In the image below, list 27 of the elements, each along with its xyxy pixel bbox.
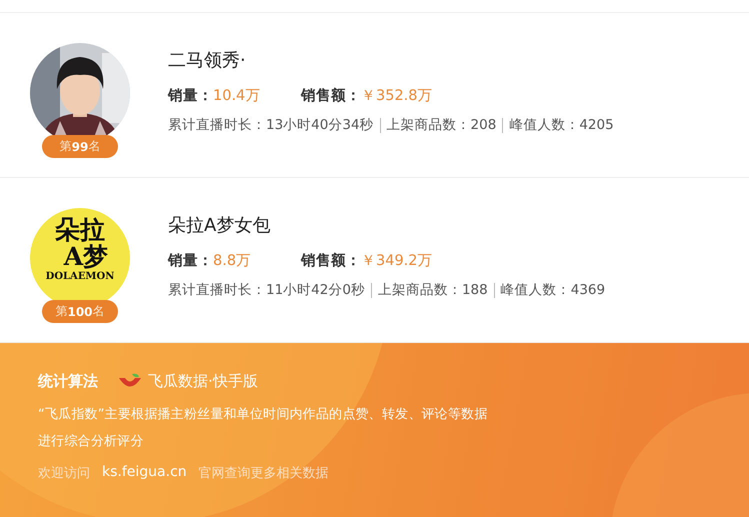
logo-caption: DOLAEMON [46,271,114,283]
logo-text: A梦 [64,243,108,270]
brand-name: 飞瓜数据·快手版 [148,372,258,391]
stat-text: 峰值人数：4205 [502,118,620,133]
section-title: 统计算法 [38,372,98,391]
visit-text: 欢迎访问 [38,465,90,482]
logo-text: 朵拉 [55,216,105,243]
stat-text: 累计直播时长：11小时42分0秒 [168,283,366,298]
revenue-label: 销售额： [301,86,361,104]
website-link[interactable]: ks.feigua.cn [102,464,187,482]
streamer-name: 朵拉A梦女包 [168,214,272,238]
rank-badge: 第100名 [42,300,118,323]
revenue-label: 销售额： [301,252,361,270]
sales-label: 销量： [168,86,213,104]
visit-suffix: 官网查询更多相关数据 [198,465,329,482]
rank-badge: 第99名 [42,135,118,158]
revenue-value: ￥352.8万 [361,86,433,104]
description-text: “飞瓜指数”主要根据播主粉丝量和单位时间内作品的点赞、转发、评论等数据进行综合分析评分 [38,406,488,451]
stat-text: 累计直播时长：13小时40分34秒 [168,118,375,133]
sales-value: 8.8万 [213,252,252,270]
revenue-value: ￥349.2万 [361,252,433,270]
sales-value: 10.4万 [213,86,262,104]
stat-text: 上架商品数：208 [380,118,502,133]
streamer-name: 二马领秀· [168,49,247,73]
stat-text: 峰值人数：4369 [494,283,612,298]
sales-label: 销量： [168,252,213,270]
stat-text: 上架商品数：188 [370,283,494,298]
